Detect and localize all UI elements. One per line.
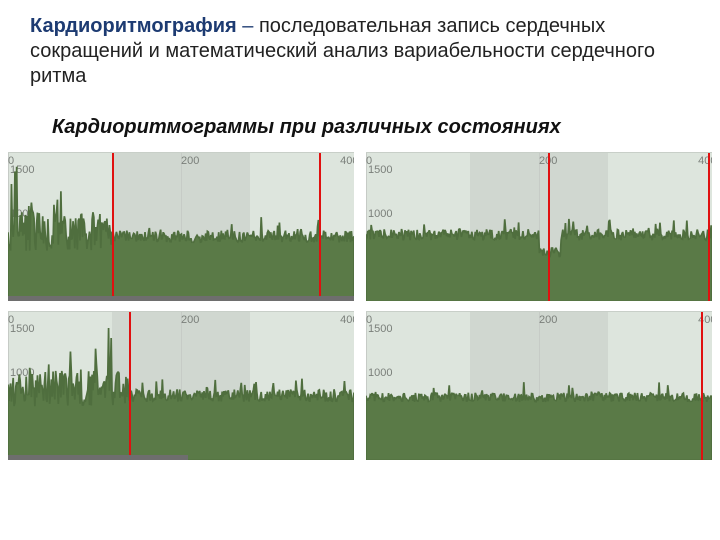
- chart-trace: [8, 312, 354, 460]
- chart-marker: [708, 153, 710, 301]
- chart-trace: [8, 153, 354, 301]
- chart-panel-4: 020040010001500: [366, 311, 712, 460]
- chart-trace: [366, 153, 712, 301]
- slide-title: Кардиоритмография – последовательная зап…: [0, 0, 720, 89]
- chart-marker: [129, 312, 131, 460]
- chart-panel-1: 020040010001500: [8, 152, 354, 301]
- chart-row-2: 020040010001500 020040010001500: [0, 311, 720, 470]
- charts-grid: 020040010001500 020040010001500 02004001…: [0, 152, 720, 470]
- chart-trace: [366, 312, 712, 460]
- title-separator: –: [237, 15, 259, 37]
- title-term: Кардиоритмография: [30, 15, 237, 37]
- chart-marker: [319, 153, 321, 301]
- chart-panel-3: 020040010001500: [8, 311, 354, 460]
- slide-subtitle: Кардиоритмограммы при различных состояни…: [0, 89, 720, 152]
- chart-marker: [112, 153, 114, 301]
- chart-footer-bar: [8, 296, 354, 301]
- chart-row-1: 020040010001500 020040010001500: [0, 152, 720, 311]
- chart-marker: [701, 312, 703, 460]
- chart-marker: [548, 153, 550, 301]
- chart-footer-bar: [8, 455, 188, 460]
- chart-panel-2: 020040010001500: [366, 152, 712, 301]
